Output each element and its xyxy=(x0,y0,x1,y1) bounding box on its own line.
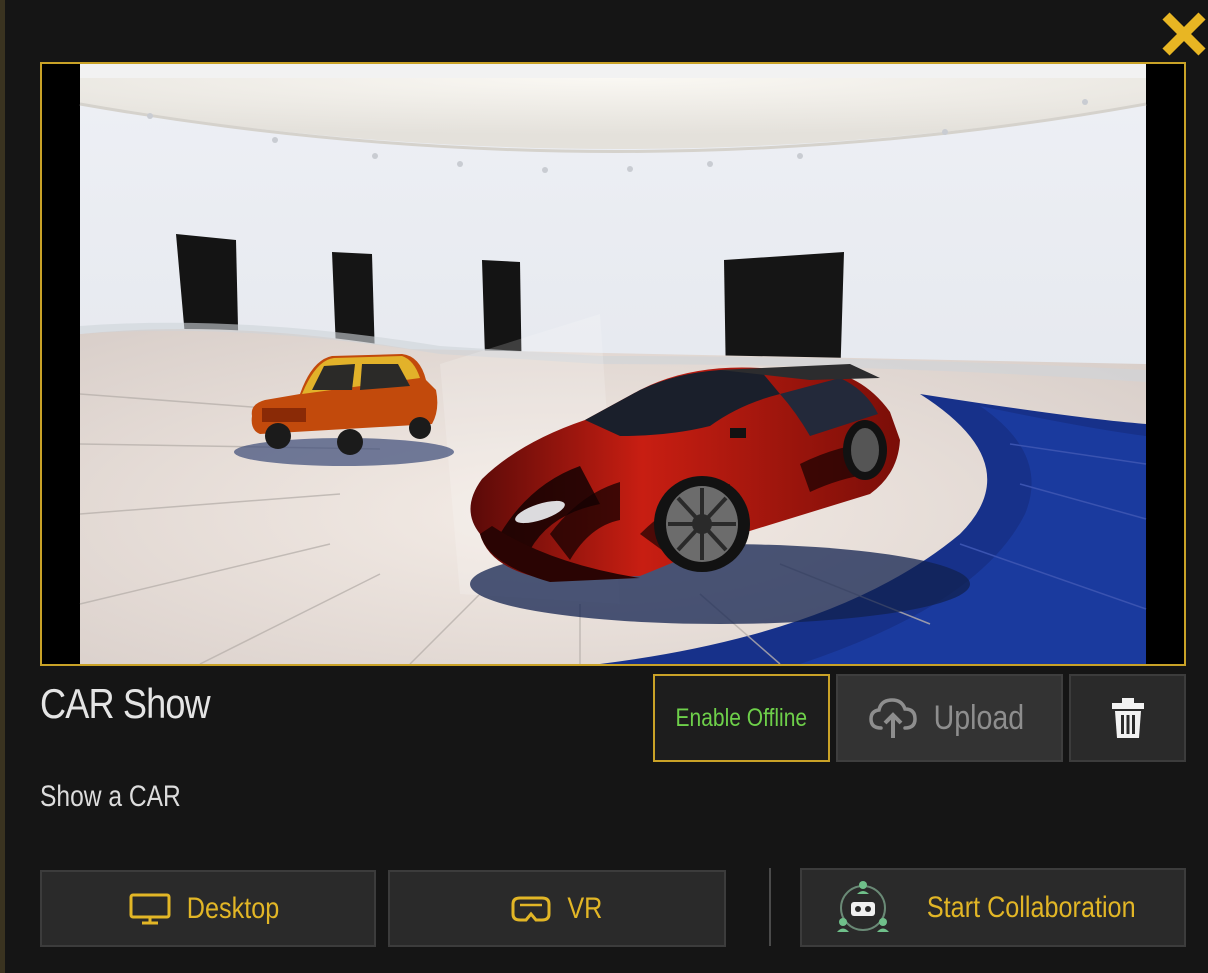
button-divider xyxy=(769,868,771,946)
desktop-label: Desktop xyxy=(186,891,280,925)
close-button[interactable] xyxy=(1160,10,1208,58)
enable-offline-button[interactable]: Enable Offline xyxy=(653,674,830,762)
vr-headset-icon xyxy=(508,892,554,926)
project-description: Show a CAR xyxy=(40,780,181,813)
start-collaboration-button[interactable]: Start Collaboration xyxy=(800,868,1186,947)
delete-button[interactable] xyxy=(1069,674,1186,762)
vr-label: VR xyxy=(567,891,603,925)
upload-button[interactable]: Upload xyxy=(836,674,1063,762)
project-title: CAR Show xyxy=(40,680,211,727)
vr-launch-button[interactable]: VR xyxy=(388,870,726,947)
window-left-edge xyxy=(0,0,5,973)
start-collaboration-label: Start Collaboration xyxy=(926,890,1136,924)
close-icon xyxy=(1162,12,1206,56)
project-preview-image xyxy=(40,62,1186,666)
enable-offline-label: Enable Offline xyxy=(675,703,808,732)
upload-label: Upload xyxy=(933,698,1024,737)
cloud-upload-icon xyxy=(867,696,919,740)
desktop-launch-button[interactable]: Desktop xyxy=(40,870,376,947)
trash-icon xyxy=(1111,698,1145,738)
monitor-icon xyxy=(128,892,172,926)
collaboration-icon xyxy=(831,878,895,938)
